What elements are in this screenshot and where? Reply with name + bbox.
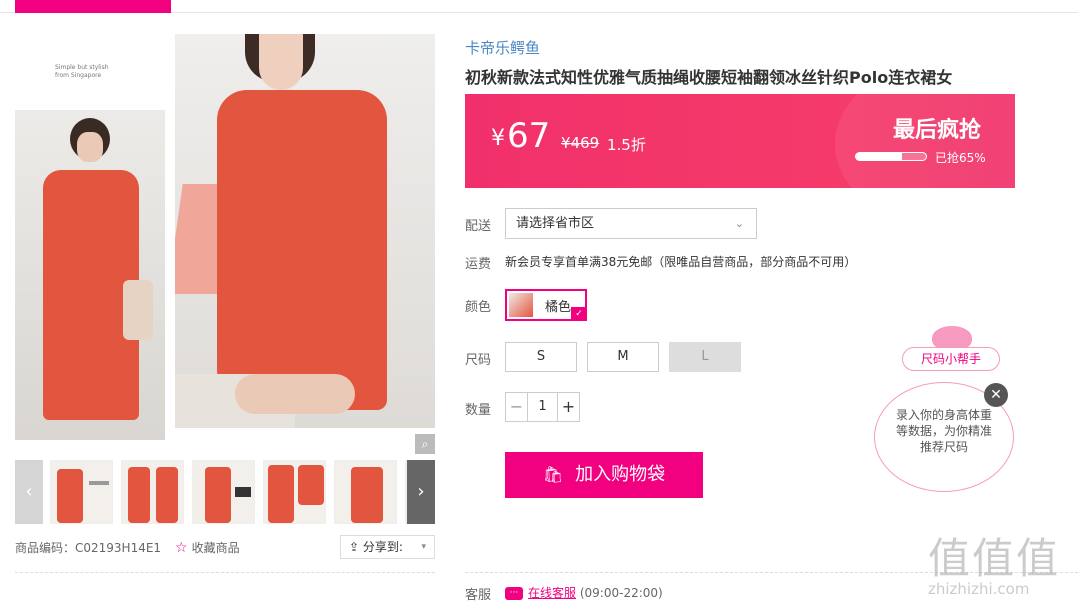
size-label: 尺码: [465, 353, 492, 368]
rush-label: 最后疯抢: [893, 118, 982, 143]
rush-progress-bar: [855, 152, 927, 161]
brand-link[interactable]: 卡帝乐鳄鱼: [465, 37, 540, 58]
thumb-prev-chevron-icon[interactable]: ‹: [15, 460, 43, 524]
thumb-next-chevron-icon[interactable]: ›: [407, 460, 435, 524]
region-placeholder: 请选择省市区: [516, 216, 595, 231]
product-gallery: Simple but stylish from Singapore ⌕: [15, 34, 435, 454]
region-label: 配送: [465, 219, 492, 234]
product-title: 初秋新款法式知性优雅气质抽绳收腰短袖翻领冰丝针织Polo连衣裙女: [465, 68, 953, 87]
thumbnail[interactable]: [263, 460, 326, 524]
shipping-fee-text: 新会员专享首单满38元免邮（限唯品自营商品，部分商品不可用）: [505, 255, 857, 269]
product-photo-main[interactable]: [175, 34, 435, 428]
thumbnail[interactable]: [334, 460, 397, 524]
star-icon: ☆: [175, 540, 188, 556]
thumbnail[interactable]: [50, 460, 113, 524]
size-option-l: L: [669, 342, 741, 372]
size-option-m[interactable]: M: [587, 342, 659, 372]
quantity-minus-button[interactable]: −: [506, 393, 528, 421]
price-current: 67: [507, 116, 551, 156]
thumbnail-strip: ‹ ›: [15, 460, 435, 524]
sku-code: 商品编码：C02193H14E1: [15, 541, 162, 555]
share-dropdown[interactable]: ⇪ 分享到: ▾: [340, 535, 435, 559]
price-currency: ¥: [491, 126, 505, 151]
add-to-cart-button[interactable]: 🛍 加入购物袋: [505, 452, 703, 498]
site-watermark: 值值值 zhizhizhi.com: [928, 525, 1078, 605]
quantity-value[interactable]: 1: [528, 393, 557, 421]
share-label: 分享到:: [362, 540, 403, 554]
chevron-down-icon: ⌄: [734, 217, 744, 230]
price-original: ¥469: [561, 134, 600, 152]
chat-icon: ···: [505, 587, 523, 600]
shipping-fee-label: 运费: [465, 257, 492, 272]
rush-progress-fill: [856, 153, 902, 160]
top-nav-active-tab[interactable]: [15, 0, 171, 13]
favorite-label: 收藏商品: [191, 541, 240, 555]
gallery-tagline: Simple but stylish from Singapore: [55, 64, 109, 79]
color-option-name: 橘色: [545, 300, 572, 315]
chevron-down-icon: ▾: [421, 542, 426, 552]
service-row: ··· 在线客服 (09:00-22:00): [505, 584, 663, 601]
favorite-button[interactable]: ☆ 收藏商品: [175, 539, 240, 556]
quantity-plus-button[interactable]: +: [557, 393, 579, 421]
divider: [15, 572, 435, 573]
product-meta-row: 商品编码：C02193H14E1 ☆ 收藏商品 ⇪ 分享到: ▾: [15, 535, 435, 559]
region-select[interactable]: 请选择省市区 ⌄: [505, 208, 757, 239]
color-swatch: [509, 293, 533, 317]
color-option-orange[interactable]: 橘色 ✓: [505, 289, 587, 321]
color-label: 颜色: [465, 300, 492, 315]
close-icon[interactable]: ✕: [984, 383, 1008, 407]
magnifier-icon[interactable]: ⌕: [415, 434, 435, 454]
size-helper-tag[interactable]: 尺码小帮手: [902, 347, 1000, 371]
share-icon: ⇪: [349, 540, 363, 554]
online-service-link[interactable]: 在线客服: [528, 586, 576, 600]
thumbnail[interactable]: [192, 460, 255, 524]
top-nav-bar: [0, 0, 1078, 13]
check-icon: ✓: [571, 307, 587, 321]
shopping-bag-icon: 🛍: [542, 465, 564, 484]
watermark-glyphs: 值值值: [928, 534, 1061, 583]
quantity-stepper: − 1 +: [505, 392, 580, 422]
thumbnail[interactable]: [121, 460, 184, 524]
add-to-cart-label: 加入购物袋: [575, 464, 666, 485]
price-banner: ¥ 67 ¥469 1.5折 最后疯抢 已抢65%: [465, 94, 1015, 188]
service-label: 客服: [465, 588, 492, 603]
size-option-s[interactable]: S: [505, 342, 577, 372]
service-hours: (09:00-22:00): [579, 586, 663, 600]
discount-badge: 1.5折: [607, 136, 646, 154]
quantity-label: 数量: [465, 403, 492, 418]
rush-status: 已抢65%: [935, 151, 986, 165]
product-photo-small: [15, 110, 165, 440]
